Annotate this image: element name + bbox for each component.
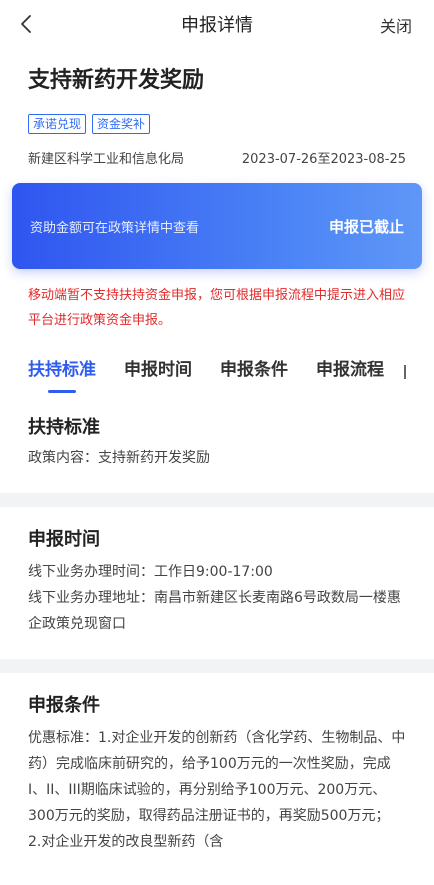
tab-apply-conditions[interactable]: 申报条件 bbox=[220, 355, 288, 393]
tag: 资金奖补 bbox=[92, 114, 151, 134]
divider bbox=[0, 493, 434, 507]
section-time: 申报时间 线下业务办理时间：工作日9:00-17:00 线下业务办理地址：南昌市… bbox=[0, 507, 434, 659]
policy-title: 支持新药开发奖励 bbox=[28, 68, 205, 93]
policy-meta: 新建区科学工业和信息化局 2023-07-26至2023-08-25 bbox=[28, 148, 406, 167]
section-title: 申报条件 bbox=[28, 695, 100, 716]
tab-apply-time[interactable]: 申报时间 bbox=[124, 355, 192, 393]
divider bbox=[0, 659, 434, 673]
section-title: 扶持标准 bbox=[28, 417, 100, 438]
policy-card: 支持新药开发奖励 承诺兑现 资金奖补 新建区科学工业和信息化局 2023-07-… bbox=[0, 48, 434, 403]
section-title: 申报时间 bbox=[28, 529, 100, 550]
tag: 承诺兑现 bbox=[28, 114, 87, 134]
tab-bar: 扶持标准 申报时间 申报条件 申报流程 bbox=[28, 355, 406, 393]
page-title: 申报详情 bbox=[181, 15, 253, 36]
close-button[interactable]: 关闭 bbox=[380, 13, 412, 37]
status-banner: 资助金额可在政策详情中查看 申报已截止 bbox=[12, 183, 422, 269]
tab-scroll-indicator bbox=[404, 365, 406, 379]
section-standard: 扶持标准 政策内容：支持新药开发奖励 bbox=[0, 403, 434, 493]
tag-list: 承诺兑现 资金奖补 bbox=[28, 114, 406, 134]
office-hours: 线下业务办理时间：工作日9:00-17:00 bbox=[28, 564, 273, 580]
banner-hint: 资助金额可在政策详情中查看 bbox=[30, 220, 200, 236]
department-label: 新建区科学工业和信息化局 bbox=[28, 152, 185, 167]
tab-apply-process[interactable]: 申报流程 bbox=[316, 355, 384, 393]
date-range: 2023-07-26至2023-08-25 bbox=[241, 152, 406, 167]
status-badge: 申报已截止 bbox=[328, 217, 404, 236]
section-content: 优惠标准：1.对企业开发的创新药（含化学药、生物制品、中药）完成临床前研究的，给… bbox=[28, 730, 406, 850]
warning-text: 移动端暂不支持扶持资金申报，您可根据申报流程中提示进入相应平台进行政策资金申报。 bbox=[28, 288, 406, 328]
section-content: 线下业务办理时间：工作日9:00-17:00 线下业务办理地址：南昌市新建区长麦… bbox=[28, 559, 406, 637]
section-conditions: 申报条件 优惠标准：1.对企业开发的创新药（含化学药、生物制品、中药）完成临床前… bbox=[0, 673, 434, 885]
tab-support-standard[interactable]: 扶持标准 bbox=[28, 355, 96, 393]
nav-bar: 申报详情 关闭 bbox=[0, 0, 434, 48]
office-address: 线下业务办理地址：南昌市新建区长麦南路6号政数局一楼惠企政策兑现窗口 bbox=[28, 590, 401, 632]
chevron-left-icon[interactable] bbox=[20, 10, 44, 38]
section-content: 政策内容：支持新药开发奖励 bbox=[28, 450, 210, 466]
